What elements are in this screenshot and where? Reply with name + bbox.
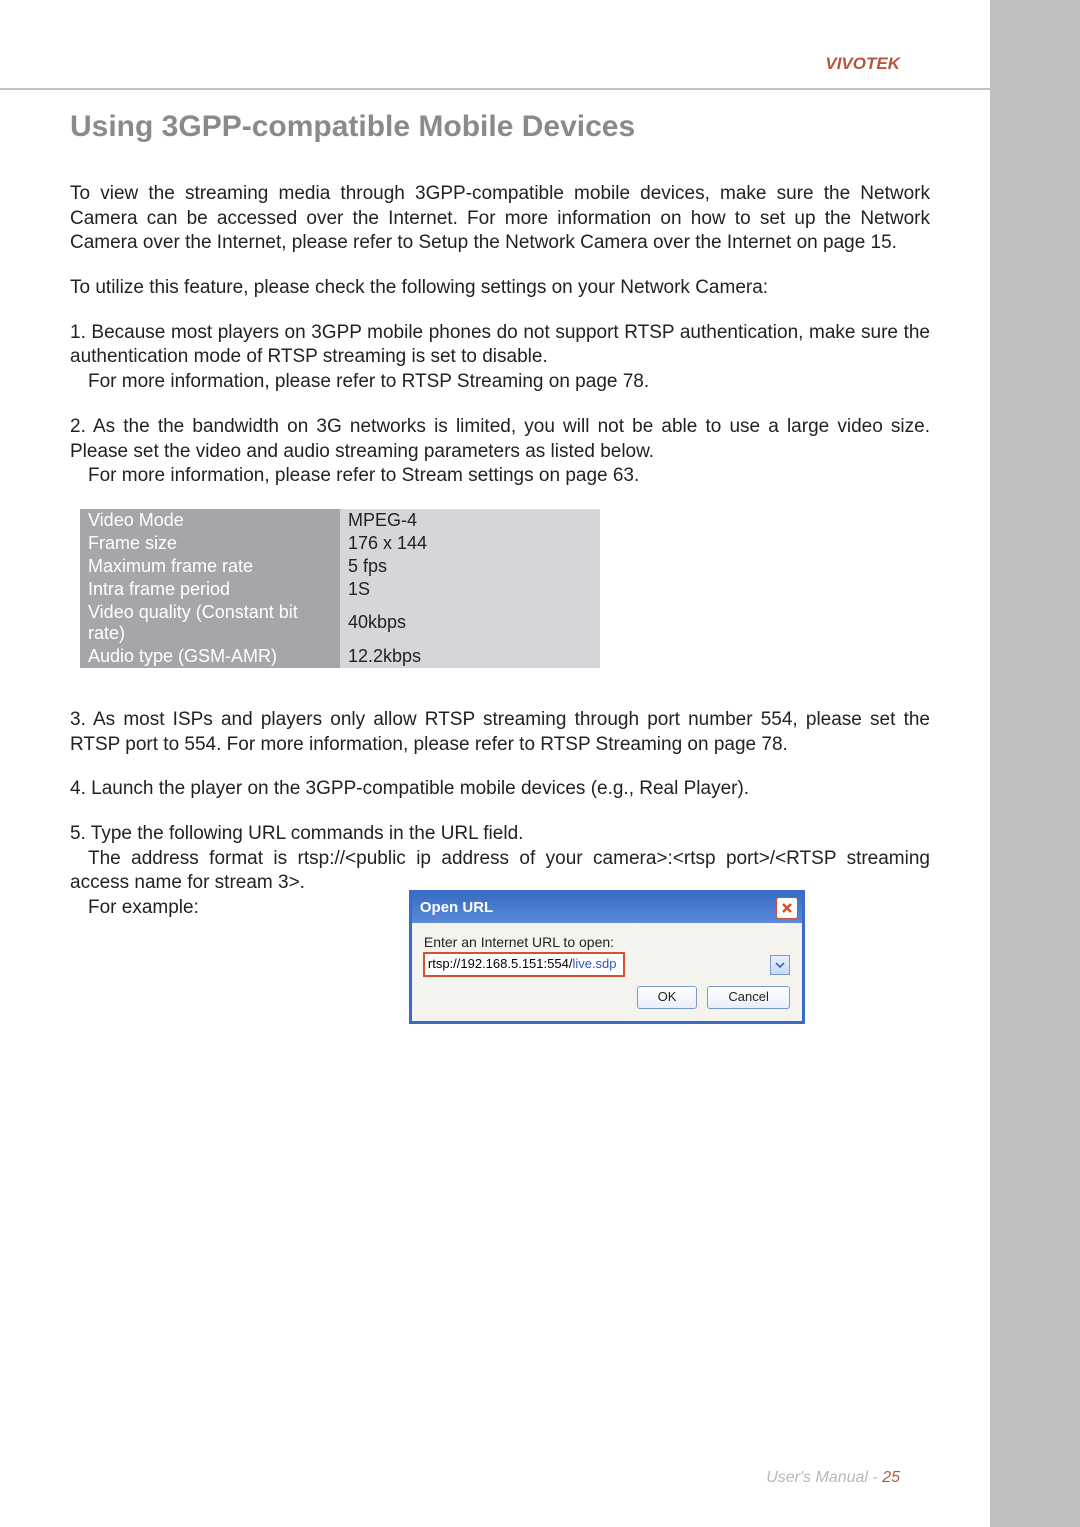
dialog-title: Open URL — [420, 898, 493, 918]
table-value: 176 x 144 — [340, 532, 600, 555]
step-5-format: The address format is rtsp://<public ip … — [70, 848, 930, 894]
table-row: Intra frame period 1S — [80, 578, 600, 601]
step-2-note: For more information, please refer to St… — [70, 465, 639, 486]
dialog-titlebar: Open URL — [412, 893, 802, 923]
table-value: 12.2kbps — [340, 645, 600, 668]
url-prefix: rtsp://192.168.5.151:554/ — [428, 956, 573, 971]
open-url-dialog: Open URL Enter an Internet URL to open: … — [409, 890, 805, 1024]
brand-label: VIVOTEK — [825, 54, 900, 74]
intro-para-2: To utilize this feature, please check th… — [70, 276, 930, 301]
table-value: 40kbps — [340, 601, 600, 645]
dialog-body: Enter an Internet URL to open: rtsp://19… — [412, 923, 802, 1021]
step-1-text: 1. Because most players on 3GPP mobile p… — [70, 322, 930, 368]
url-label: Enter an Internet URL to open: — [424, 933, 790, 951]
table-value: 1S — [340, 578, 600, 601]
table-row: Video Mode MPEG-4 — [80, 509, 600, 532]
intro-para-1: To view the streaming media through 3GPP… — [70, 182, 930, 256]
page-heading: Using 3GPP-compatible Mobile Devices — [70, 110, 930, 144]
footer: User's Manual - 25 — [766, 1469, 900, 1487]
ok-button[interactable]: OK — [637, 986, 698, 1009]
table-label: Audio type (GSM-AMR) — [80, 645, 340, 668]
step-2-text: 2. As the the bandwidth on 3G networks i… — [70, 416, 930, 462]
step-5-example: For example: — [70, 896, 199, 921]
step-2: 2. As the the bandwidth on 3G networks i… — [70, 415, 930, 489]
table-label: Frame size — [80, 532, 340, 555]
settings-table: Video Mode MPEG-4 Frame size 176 x 144 M… — [80, 509, 600, 668]
close-icon[interactable] — [776, 897, 798, 919]
step-4: 4. Launch the player on the 3GPP-compati… — [70, 777, 930, 802]
step-3: 3. As most ISPs and players only allow R… — [70, 708, 930, 757]
step-1-note: For more information, please refer to RT… — [70, 371, 649, 392]
step-5-text: 5. Type the following URL commands in th… — [70, 823, 523, 844]
table-row: Video quality (Constant bit rate) 40kbps — [80, 601, 600, 645]
step-1: 1. Because most players on 3GPP mobile p… — [70, 321, 930, 395]
table-label: Video Mode — [80, 509, 340, 532]
chevron-down-icon[interactable] — [770, 955, 790, 975]
table-row: Audio type (GSM-AMR) 12.2kbps — [80, 645, 600, 668]
url-highlight: live.sdp — [572, 956, 616, 971]
table-label: Maximum frame rate — [80, 555, 340, 578]
step-5: 5. Type the following URL commands in th… — [70, 822, 930, 1024]
url-input[interactable]: rtsp://192.168.5.151:554/live.sdp — [424, 953, 624, 976]
footer-text: User's Manual - — [766, 1469, 882, 1486]
table-row: Maximum frame rate 5 fps — [80, 555, 600, 578]
table-value: 5 fps — [340, 555, 600, 578]
table-row: Frame size 176 x 144 — [80, 532, 600, 555]
cancel-button[interactable]: Cancel — [707, 986, 789, 1009]
table-value: MPEG-4 — [340, 509, 600, 532]
page-number: 25 — [882, 1469, 900, 1486]
table-label: Video quality (Constant bit rate) — [80, 601, 340, 645]
header-divider — [0, 88, 990, 90]
table-label: Intra frame period — [80, 578, 340, 601]
